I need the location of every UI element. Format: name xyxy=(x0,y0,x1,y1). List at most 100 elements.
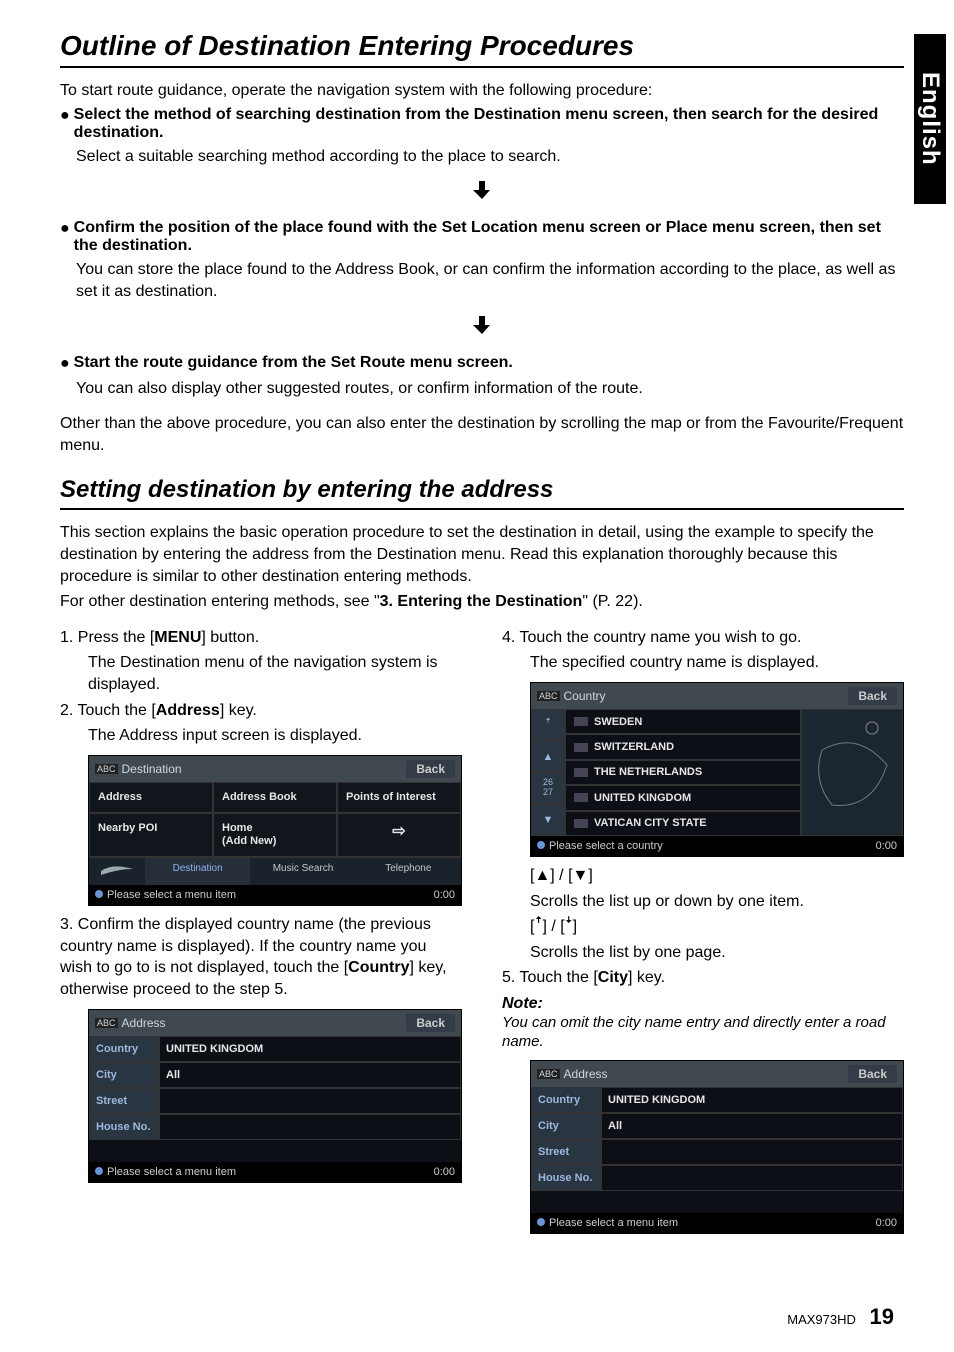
field-street-label[interactable]: Street xyxy=(531,1139,601,1165)
field-house-label[interactable]: House No. xyxy=(531,1165,601,1191)
bullet-3: ● Start the route guidance from the Set … xyxy=(60,354,904,373)
bullet-1: ● Select the method of searching destina… xyxy=(60,106,904,142)
info-icon xyxy=(537,841,545,849)
scroll-down-button[interactable]: ▼ xyxy=(531,804,565,836)
flag-icon xyxy=(574,768,588,777)
country-name: VATICAN CITY STATE xyxy=(594,817,707,829)
shot1-title: Destination xyxy=(122,762,182,776)
page-title: Outline of Destination Entering Procedur… xyxy=(60,30,904,68)
screenshot-address-2: ABCAddress Back CountryUNITED KINGDOM Ci… xyxy=(530,1060,904,1234)
tab-nav-icon[interactable] xyxy=(89,857,145,885)
left-column: 1. Press the [MENU] button. The Destinat… xyxy=(60,623,462,1242)
step-4-body: The specified country name is displayed. xyxy=(530,652,904,674)
back-button[interactable]: Back xyxy=(406,1014,455,1032)
shot3-footer: Please select a country xyxy=(549,840,663,852)
field-country-value[interactable]: UNITED KINGDOM xyxy=(159,1036,461,1062)
sub-para-2: For other destination entering methods, … xyxy=(60,591,904,613)
field-city-label[interactable]: City xyxy=(89,1062,159,1088)
field-house-label[interactable]: House No. xyxy=(89,1114,159,1140)
step-4: 4. Touch the country name you wish to go… xyxy=(502,627,904,649)
step-2-post: ] key. xyxy=(220,702,257,719)
tab-destination[interactable]: Destination xyxy=(145,857,250,885)
sub-para-2-bold: 3. Entering the Destination xyxy=(380,593,583,610)
field-city-value[interactable]: All xyxy=(159,1062,461,1088)
field-city-value[interactable]: All xyxy=(601,1113,903,1139)
field-country-label[interactable]: Country xyxy=(89,1036,159,1062)
field-house-value[interactable] xyxy=(601,1165,903,1191)
scroll-sym-1: [▲] / [▼] xyxy=(530,865,904,887)
screenshot-destination-menu: ABC Destination Back Address Address Book… xyxy=(88,755,462,907)
abc-icon: ABC xyxy=(95,764,118,774)
scroll-text-2: Scrolls the list by one page. xyxy=(530,942,904,964)
screenshot-country-list: ABCCountry Back ꜛ ▲ 26 27 ▼ SWEDEN SWITZ… xyxy=(530,682,904,857)
field-street-value[interactable] xyxy=(601,1139,903,1165)
intro-text: To start route guidance, operate the nav… xyxy=(60,80,904,102)
page-up-button[interactable]: ꜛ xyxy=(531,709,565,741)
field-street-label[interactable]: Street xyxy=(89,1088,159,1114)
down-arrow-icon xyxy=(60,314,904,342)
note-body: You can omit the city name entry and dir… xyxy=(502,1013,904,1052)
step-1: 1. Press the [MENU] button. xyxy=(60,627,462,649)
country-item[interactable]: SWEDEN xyxy=(565,709,801,734)
flag-icon xyxy=(574,717,588,726)
right-column: 4. Touch the country name you wish to go… xyxy=(502,623,904,1242)
sub-para-2-pre: For other destination entering methods, … xyxy=(60,593,380,610)
shot2-footer: Please select a menu item xyxy=(107,1166,236,1178)
page-footer: MAX973HD 19 xyxy=(787,1304,894,1330)
country-item[interactable]: VATICAN CITY STATE xyxy=(565,811,801,836)
field-street-value[interactable] xyxy=(159,1088,461,1114)
back-button[interactable]: Back xyxy=(406,760,455,778)
shot1-footer: Please select a menu item xyxy=(107,889,236,901)
sub-para-2-post: " (P. 22). xyxy=(582,593,643,610)
step-2: 2. Touch the [Address] key. xyxy=(60,700,462,722)
outro-text: Other than the above procedure, you can … xyxy=(60,413,904,456)
info-icon xyxy=(95,890,103,898)
menu-nearby-poi[interactable]: Nearby POI xyxy=(89,813,213,857)
country-name: SWEDEN xyxy=(594,716,642,728)
country-item[interactable]: UNITED KINGDOM xyxy=(565,785,801,810)
field-house-value[interactable] xyxy=(159,1114,461,1140)
language-tab: English xyxy=(914,34,946,204)
bullet-3-head: Start the route guidance from the Set Ro… xyxy=(74,354,513,373)
bullet-2: ● Confirm the position of the place foun… xyxy=(60,219,904,255)
step-3-key: Country xyxy=(348,959,409,976)
back-button[interactable]: Back xyxy=(848,687,897,705)
bullet-icon: ● xyxy=(60,354,70,373)
note-heading: Note: xyxy=(502,995,904,1013)
abc-icon: ABC xyxy=(537,691,560,701)
menu-poi[interactable]: Points of Interest xyxy=(337,782,461,813)
scroll-up-button[interactable]: ▲ xyxy=(531,741,565,773)
menu-next-icon[interactable]: ⇨ xyxy=(337,813,461,857)
tab-telephone[interactable]: Telephone xyxy=(356,857,461,885)
step-1-key: MENU xyxy=(154,629,201,646)
tab-music-search[interactable]: Music Search xyxy=(250,857,355,885)
back-button[interactable]: Back xyxy=(848,1065,897,1083)
menu-address-book[interactable]: Address Book xyxy=(213,782,337,813)
scroll-sym-2: [ꜛ] / [ꜜ] xyxy=(530,916,904,938)
bullet-icon: ● xyxy=(60,106,70,142)
shot3-time: 0:00 xyxy=(876,840,897,852)
bullet-2-body: You can store the place found to the Add… xyxy=(76,259,904,302)
menu-home[interactable]: Home (Add New) xyxy=(213,813,337,857)
page-counter: 26 27 xyxy=(531,772,565,804)
abc-icon: ABC xyxy=(95,1018,118,1028)
country-item[interactable]: SWITZERLAND xyxy=(565,734,801,759)
flag-icon xyxy=(574,743,588,752)
country-name: THE NETHERLANDS xyxy=(594,766,702,778)
scroll-text-1: Scrolls the list up or down by one item. xyxy=(530,891,904,913)
field-city-label[interactable]: City xyxy=(531,1113,601,1139)
step-3: 3. Confirm the displayed country name (t… xyxy=(60,914,462,1000)
menu-address[interactable]: Address xyxy=(89,782,213,813)
shot1-time: 0:00 xyxy=(434,889,455,901)
sub-para-1: This section explains the basic operatio… xyxy=(60,522,904,587)
section-title: Setting destination by entering the addr… xyxy=(60,476,904,510)
country-item[interactable]: THE NETHERLANDS xyxy=(565,760,801,785)
field-country-value[interactable]: UNITED KINGDOM xyxy=(601,1087,903,1113)
step-1-post: ] button. xyxy=(201,629,259,646)
field-country-label[interactable]: Country xyxy=(531,1087,601,1113)
shot4-time: 0:00 xyxy=(876,1217,897,1229)
step-2-body: The Address input screen is displayed. xyxy=(88,725,462,747)
info-icon xyxy=(537,1218,545,1226)
map-preview xyxy=(801,709,903,836)
screenshot-address-1: ABCAddress Back CountryUNITED KINGDOM Ci… xyxy=(88,1009,462,1183)
